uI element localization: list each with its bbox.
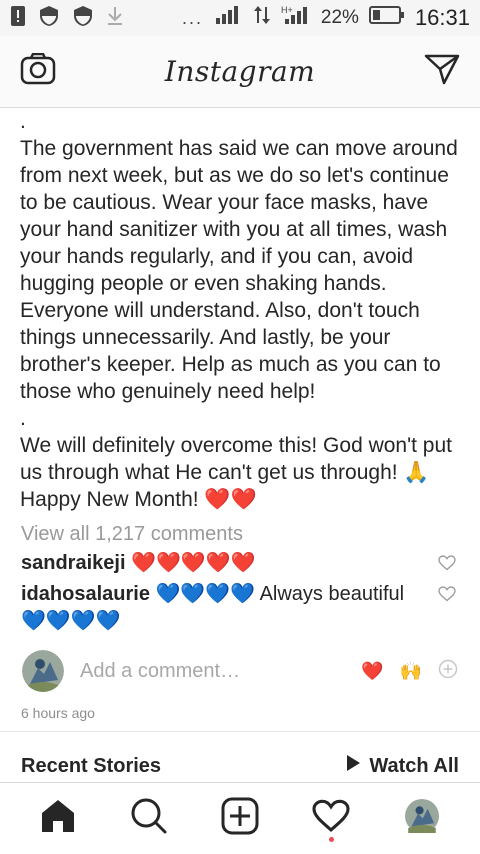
recent-stories-title: Recent Stories xyxy=(21,754,162,777)
camera-icon xyxy=(20,52,56,90)
comment-username[interactable]: idahosalaurie xyxy=(21,583,150,605)
add-reaction-icon[interactable] xyxy=(438,659,458,684)
quick-reaction-raised-hands[interactable]: 🙌 xyxy=(400,661,422,682)
comment-row: idahosalaurie 💙💙💙💙 Always beautiful 💙💙💙💙 xyxy=(0,581,480,635)
direct-message-button[interactable] xyxy=(422,52,462,92)
caption-paragraph: The government has said we can move arou… xyxy=(20,137,458,403)
profile-avatar xyxy=(405,799,440,838)
data-transfer-icon xyxy=(253,4,271,32)
nav-activity[interactable] xyxy=(306,794,356,844)
play-icon xyxy=(345,754,361,778)
bottom-navigation xyxy=(0,782,480,854)
shield-icon xyxy=(38,5,60,32)
comment-row: sandraikeji ❤️❤️❤️❤️❤️ xyxy=(0,550,480,577)
app-header: Instagram xyxy=(0,36,480,108)
home-icon xyxy=(39,798,77,839)
add-comment-input[interactable] xyxy=(80,659,340,683)
instagram-logo: Instagram xyxy=(164,55,316,88)
shield-icon xyxy=(72,5,94,32)
watch-all-button[interactable]: Watch All xyxy=(345,754,459,778)
battery-icon xyxy=(368,5,405,31)
signal-h-icon: H+ xyxy=(281,4,311,32)
camera-button[interactable] xyxy=(18,52,58,92)
nav-search[interactable] xyxy=(124,794,174,844)
more-notifications: ... xyxy=(182,7,204,28)
caption-separator: . xyxy=(20,407,26,430)
battery-percent: 22% xyxy=(320,7,359,28)
download-icon xyxy=(106,5,124,32)
notification-dot xyxy=(328,836,334,842)
signal-icon xyxy=(215,4,243,32)
nav-profile[interactable] xyxy=(397,794,447,844)
view-all-comments-link[interactable]: View all 1,217 comments xyxy=(0,523,480,546)
caption-separator: . xyxy=(20,110,26,133)
svg-text:H+: H+ xyxy=(281,5,293,15)
like-comment-heart-icon[interactable] xyxy=(438,583,456,610)
like-comment-heart-icon[interactable] xyxy=(438,552,456,579)
nav-home[interactable] xyxy=(33,794,83,844)
post-timestamp: 6 hours ago xyxy=(21,705,95,721)
direct-message-icon xyxy=(424,53,460,90)
section-divider xyxy=(0,731,480,732)
heart-icon xyxy=(312,799,350,838)
comment-text: ❤️❤️❤️❤️❤️ xyxy=(131,552,256,574)
post-caption: . The government has said we can move ar… xyxy=(0,108,480,513)
comment-username[interactable]: sandraikeji xyxy=(21,552,126,574)
user-avatar xyxy=(22,650,64,692)
nav-new-post[interactable] xyxy=(215,794,265,844)
status-bar: ... H+ 22% 16:31 xyxy=(0,0,480,36)
quick-reactions: ❤️ 🙌 xyxy=(361,659,458,684)
search-icon xyxy=(130,797,168,840)
post-details: . The government has said we can move ar… xyxy=(0,108,480,721)
quick-reaction-heart[interactable]: ❤️ xyxy=(361,661,383,682)
clock: 16:31 xyxy=(414,5,470,30)
caption-paragraph: We will definitely overcome this! God wo… xyxy=(20,434,452,511)
watch-all-label: Watch All xyxy=(369,754,459,777)
add-comment-row: ❤️ 🙌 xyxy=(0,649,480,693)
recent-stories-header: Recent Stories Watch All xyxy=(0,750,480,782)
alert-icon xyxy=(10,5,26,32)
new-post-icon xyxy=(221,797,259,840)
